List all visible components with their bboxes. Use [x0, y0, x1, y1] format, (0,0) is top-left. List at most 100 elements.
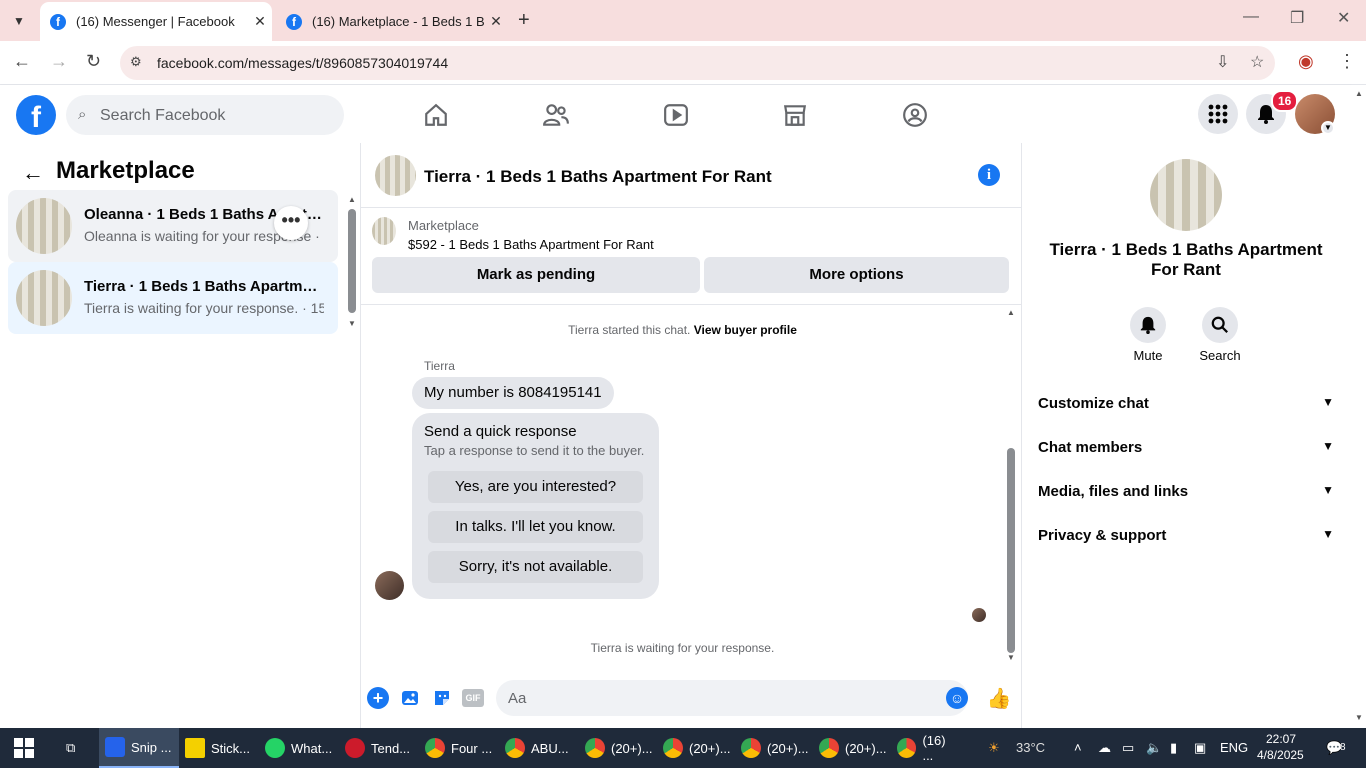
quick-reply-button[interactable]: Sorry, it's not available. — [428, 551, 643, 583]
search-chat-button[interactable]: Search — [1190, 307, 1250, 363]
forward-arrow-icon[interactable]: → — [50, 51, 68, 72]
tab-messenger[interactable]: f (16) Messenger | Facebook ✕ — [40, 2, 272, 41]
sticker-icon[interactable] — [431, 687, 453, 709]
conversation-item[interactable]: Oleanna · 1 Beds 1 Baths Apartment For R… — [8, 190, 338, 262]
home-icon[interactable] — [420, 99, 452, 131]
message-placeholder[interactable]: Aa — [508, 690, 526, 707]
marketplace-icon[interactable] — [779, 99, 811, 131]
message-scrollbar[interactable]: ▲ ▼ — [1006, 308, 1016, 663]
close-tab-icon[interactable]: ✕ — [484, 13, 508, 30]
cloud-icon[interactable]: ☁ — [1098, 740, 1111, 756]
windows-taskbar: ⧉ Snip ... Stick... What... Tend... Four… — [0, 728, 1366, 768]
video-icon[interactable] — [660, 99, 692, 131]
site-info-icon[interactable]: ⚙ — [130, 54, 142, 70]
more-options-icon[interactable]: ••• — [274, 206, 308, 240]
waiting-notice: Tierra is waiting for your response. — [590, 641, 775, 655]
media-files-links-section[interactable]: Media, files and links ▼ — [1038, 473, 1334, 513]
facebook-logo-icon[interactable]: f — [16, 95, 56, 135]
chat-avatar[interactable] — [375, 155, 416, 196]
quick-reply-button[interactable]: Yes, are you interested? — [428, 471, 643, 503]
install-app-icon[interactable]: ⇩ — [1216, 52, 1229, 72]
more-options-button[interactable]: More options — [704, 257, 1009, 293]
mute-button[interactable]: Mute — [1118, 307, 1178, 363]
account-chevron-icon[interactable]: ▼ — [1321, 121, 1335, 135]
taskbar-app[interactable]: ABU... — [499, 728, 579, 768]
sender-avatar[interactable] — [375, 571, 404, 600]
listing-bar: Marketplace $592 - 1 Beds 1 Baths Apartm… — [361, 209, 1022, 305]
clock-date[interactable]: 4/8/2025 — [1257, 748, 1304, 762]
taskbar-app[interactable]: Four ... — [419, 728, 499, 768]
mark-as-pending-button[interactable]: Mark as pending — [372, 257, 700, 293]
menu-grid-icon[interactable] — [1198, 94, 1238, 134]
view-buyer-profile-link[interactable]: View buyer profile — [694, 323, 797, 337]
language-indicator[interactable]: ENG — [1220, 740, 1248, 755]
back-arrow-icon[interactable]: ← — [13, 51, 31, 72]
omnibox[interactable]: ⚙ facebook.com/messages/t/89608573040197… — [120, 46, 1275, 80]
taskbar-app[interactable]: (20+)... — [657, 728, 735, 768]
taskbar-app[interactable]: Snip ... — [99, 728, 179, 768]
opera-icon — [345, 738, 365, 758]
taskbar-app[interactable]: (20+)... — [579, 728, 657, 768]
temperature-text[interactable]: 33°C — [1016, 740, 1045, 755]
chat-started-notice: Tierra started this chat. View buyer pro… — [361, 323, 1004, 337]
battery-icon[interactable]: ▮ — [1170, 740, 1177, 756]
emoji-icon[interactable]: ☺ — [946, 687, 968, 709]
tab-search-chevron-icon[interactable]: ▼ — [8, 10, 30, 32]
clock-time[interactable]: 22:07 — [1266, 732, 1296, 746]
groups-icon[interactable] — [899, 99, 931, 131]
privacy-support-section[interactable]: Privacy & support ▼ — [1038, 517, 1334, 557]
bell-icon — [1130, 307, 1166, 343]
friends-icon[interactable] — [540, 99, 572, 131]
display-icon[interactable]: ▣ — [1194, 740, 1206, 756]
chat-title[interactable]: Tierra · 1 Beds 1 Baths Apartment For Ra… — [424, 167, 772, 187]
taskbar-app[interactable]: (20+)... — [735, 728, 813, 768]
search-placeholder[interactable]: Search Facebook — [100, 107, 225, 125]
like-thumb-icon[interactable]: 👍 — [987, 687, 1012, 710]
photo-icon[interactable] — [399, 687, 421, 709]
chrome-icon — [819, 738, 839, 758]
conversation-scrollbar[interactable]: ▲ ▼ — [348, 195, 356, 328]
tab-marketplace[interactable]: f (16) Marketplace - 1 Beds 1 Bat ✕ — [276, 2, 508, 41]
close-tab-icon[interactable]: ✕ — [248, 13, 272, 30]
url-text[interactable]: facebook.com/messages/t/8960857304019744 — [157, 55, 448, 71]
new-tab-plus-icon[interactable]: + — [518, 9, 530, 32]
task-view-icon[interactable]: ⧉ — [60, 728, 98, 768]
taskbar-app[interactable]: (16) ... — [891, 728, 959, 768]
chat-members-section[interactable]: Chat members ▼ — [1038, 429, 1334, 469]
windows-start-icon[interactable] — [14, 738, 34, 758]
back-arrow-icon[interactable]: ← — [22, 160, 44, 186]
gif-icon[interactable]: GIF — [462, 689, 484, 707]
bookmark-star-icon[interactable]: ☆ — [1250, 52, 1264, 72]
listing-avatar[interactable] — [1150, 159, 1222, 231]
reload-icon[interactable]: ↻ — [86, 51, 101, 72]
restore-icon[interactable]: ❐ — [1290, 8, 1304, 28]
customize-chat-section[interactable]: Customize chat ▼ — [1038, 385, 1334, 425]
message-input[interactable]: Aa ☺ — [496, 680, 968, 716]
window-close-icon[interactable]: ✕ — [1337, 8, 1350, 28]
facebook-search[interactable]: ⌕ Search Facebook — [66, 95, 344, 135]
sticky-notes-icon — [185, 738, 205, 758]
message-bubble[interactable]: My number is 8084195141 — [412, 377, 614, 409]
listing-price[interactable]: $592 - 1 Beds 1 Baths Apartment For Rant — [408, 237, 654, 252]
chrome-icon — [663, 738, 683, 758]
taskbar-app[interactable]: Tend... — [339, 728, 419, 768]
weather-icon[interactable]: ☀ — [988, 740, 1000, 756]
page-scrollbar[interactable]: ▲ ▼ — [1352, 85, 1366, 728]
taskbar-app[interactable]: (20+)... — [813, 728, 891, 768]
info-icon[interactable]: i — [978, 164, 1000, 186]
taskbar-app[interactable]: What... — [259, 728, 339, 768]
listing-thumbnail — [16, 270, 72, 326]
quick-reply-button[interactable]: In talks. I'll let you know. — [428, 511, 643, 543]
chrome-menu-icon[interactable]: ⋮ — [1338, 51, 1356, 72]
show-hidden-icons-chevron-icon[interactable]: ˄ — [1074, 740, 1082, 755]
chrome-icon — [741, 738, 761, 758]
minimize-icon[interactable]: — — [1243, 8, 1259, 26]
profile-icon[interactable]: ◉ — [1298, 51, 1314, 72]
volume-icon[interactable]: 🔈 — [1146, 740, 1162, 756]
taskbar-app-label: (20+)... — [689, 740, 731, 756]
plus-icon[interactable]: + — [367, 687, 389, 709]
listing-label: Marketplace — [408, 218, 479, 233]
conversation-item-selected[interactable]: Tierra · 1 Beds 1 Baths Apartment For Ra… — [8, 262, 338, 334]
taskbar-app[interactable]: Stick... — [179, 728, 259, 768]
network-icon[interactable]: ▭ — [1122, 740, 1134, 756]
